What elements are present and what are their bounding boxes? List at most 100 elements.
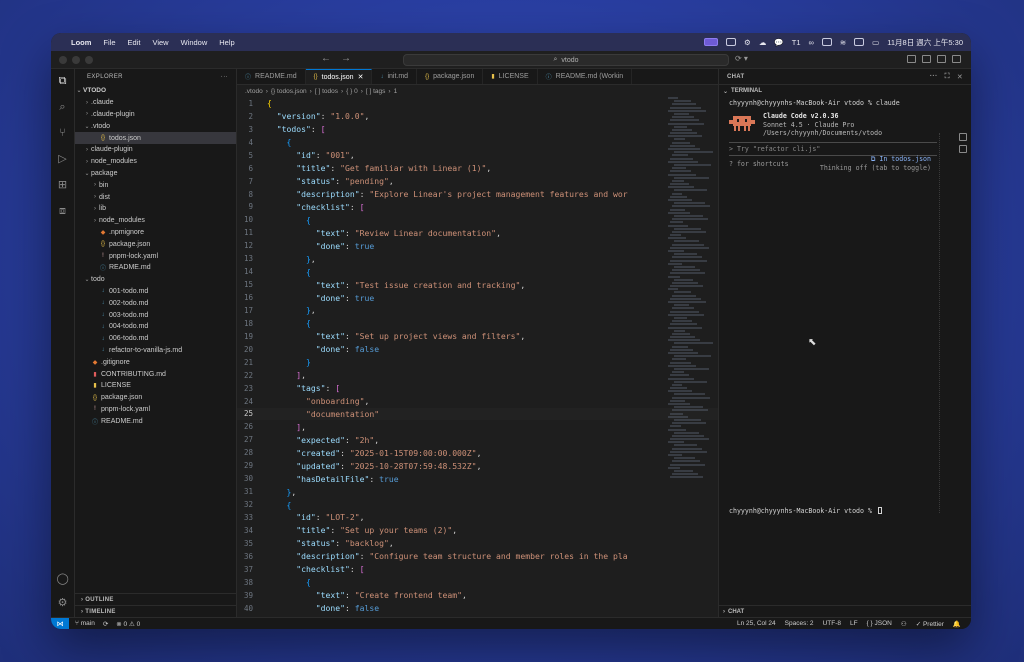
tree-folder[interactable]: › lib	[75, 203, 236, 215]
source-control-icon[interactable]: ⑂	[57, 127, 69, 139]
editor-tab[interactable]: {} package.json	[417, 69, 484, 84]
code-line[interactable]: 37 "checklist": [	[237, 563, 718, 576]
maximize-icon[interactable]: ⛶	[945, 73, 950, 81]
code-line[interactable]: 17 },	[237, 304, 718, 317]
tree-file[interactable]: {} package.json	[75, 238, 236, 250]
tree-file[interactable]: {} package.json	[75, 392, 236, 404]
code-line[interactable]: 10 {	[237, 213, 718, 226]
language-mode[interactable]: { } JSON	[867, 620, 892, 627]
tree-file[interactable]: ▮ LICENSE	[75, 380, 236, 392]
minimap[interactable]	[668, 97, 713, 617]
code-line[interactable]: 5 "id": "001",	[237, 149, 718, 162]
tree-folder[interactable]: ⌄ todo	[75, 274, 236, 286]
tree-folder[interactable]: › dist	[75, 191, 236, 203]
tree-folder[interactable]: › node_modules	[75, 156, 236, 168]
code-line[interactable]: 23 "tags": [	[237, 382, 718, 395]
account-icon[interactable]: ◯	[57, 573, 69, 585]
toggle-secondary-sidebar-icon[interactable]	[937, 55, 946, 63]
sync-icon[interactable]: ⟳	[103, 620, 108, 628]
outline-section[interactable]: › OUTLINE	[75, 593, 236, 605]
indentation[interactable]: Spaces: 2	[785, 620, 814, 627]
code-line[interactable]: 25 "documentation"	[237, 407, 718, 421]
tree-file[interactable]: ↓ 006-todo.md	[75, 333, 236, 345]
customize-layout-icon[interactable]	[952, 55, 961, 63]
tree-file[interactable]: ▮ CONTRIBUTING.md	[75, 368, 236, 380]
terminal-scrollbar[interactable]	[939, 133, 941, 513]
breadcrumb-item[interactable]: .vtodo	[245, 88, 263, 95]
code-line[interactable]: 12 "done": true	[237, 239, 718, 252]
breadcrumb-item[interactable]: [ ] tags	[366, 88, 386, 95]
battery-icon[interactable]: ▭	[872, 38, 879, 47]
notifications-bell-icon[interactable]: 🔔	[953, 620, 961, 628]
settings-gear-icon[interactable]: ⚙	[57, 597, 69, 609]
tree-folder[interactable]: › bin	[75, 179, 236, 191]
tree-file[interactable]: ↓ 001-todo.md	[75, 286, 236, 298]
chat-bubble-icon[interactable]: 💬	[774, 38, 783, 47]
tree-file[interactable]: ! pnpm-lock.yaml	[75, 404, 236, 416]
code-line[interactable]: 24 "onboarding",	[237, 395, 718, 408]
menu-view[interactable]: View	[152, 38, 168, 47]
breadcrumb-item[interactable]: {} todos.json	[271, 88, 307, 95]
code-line[interactable]: 15 "text": "Test issue creation and trac…	[237, 278, 718, 291]
clock[interactable]: 11月8日 週六 上午5:30	[887, 37, 963, 48]
code-line[interactable]: 33 "id": "LOT-2",	[237, 511, 718, 524]
explorer-root-folder[interactable]: ⌄ VTODO	[75, 85, 236, 97]
editor-tab[interactable]: {} todos.json ✕	[305, 69, 373, 84]
control-center-icon[interactable]	[854, 38, 865, 46]
editor-tab[interactable]: ↓ init.md	[372, 69, 418, 84]
tree-folder[interactable]: ⌄ .vtodo	[75, 120, 236, 132]
tree-file[interactable]: ↓ 004-todo.md	[75, 321, 236, 333]
code-line[interactable]: 40 "done": false	[237, 602, 718, 615]
copilot-icon[interactable]: ⟳ ▾	[735, 54, 748, 63]
minimize-window-button[interactable]	[72, 55, 80, 64]
command-center-search[interactable]: ⌕ vtodo	[403, 54, 729, 66]
tree-folder[interactable]: › .claude	[75, 97, 236, 109]
recording-icon[interactable]	[704, 38, 719, 46]
code-line[interactable]: 34 "title": "Set up your teams (2)",	[237, 524, 718, 537]
menu-help[interactable]: Help	[219, 38, 234, 47]
tree-folder[interactable]: ⌄ package	[75, 168, 236, 180]
tree-folder[interactable]: › claude-plugin	[75, 144, 236, 156]
code-line[interactable]: 28 "created": "2025-01-15T09:00:00.000Z"…	[237, 446, 718, 459]
terminal-output[interactable]: chyyynh@chyyynhs-MacBook-Air vtodo % cla…	[719, 97, 971, 172]
remote-indicator-icon[interactable]: ⋈	[51, 617, 69, 629]
code-line[interactable]: 18 {	[237, 317, 718, 330]
tree-folder[interactable]: › .claude-plugin	[75, 109, 236, 121]
timeline-section[interactable]: › TIMELINE	[75, 605, 236, 617]
code-line[interactable]: 22 ],	[237, 369, 718, 382]
close-icon[interactable]: ✕	[957, 73, 963, 81]
close-window-button[interactable]	[59, 55, 67, 64]
breadcrumb-item[interactable]: { } 0	[346, 88, 358, 95]
tree-file[interactable]: ⓘ README.md	[75, 415, 236, 427]
input-method-icon[interactable]	[821, 38, 832, 46]
code-line[interactable]: 11 "text": "Review Linear documentation"…	[237, 226, 718, 239]
tree-file[interactable]: ↓ 002-todo.md	[75, 297, 236, 309]
code-line[interactable]: 1{	[237, 97, 718, 110]
menu-window[interactable]: Window	[181, 38, 208, 47]
code-line[interactable]: 27 "expected": "2h",	[237, 433, 718, 446]
toggle-sidebar-icon[interactable]	[907, 55, 916, 63]
cloud-icon[interactable]: ☁	[759, 38, 767, 47]
cursor-position[interactable]: Ln 25, Col 24	[737, 620, 776, 627]
back-arrow-icon[interactable]: ←	[321, 53, 331, 64]
code-line[interactable]: 16 "done": true	[237, 291, 718, 304]
branch-indicator[interactable]: ⑂ main	[75, 620, 95, 627]
tree-folder[interactable]: › node_modules	[75, 215, 236, 227]
terminal-section-header[interactable]: ⌄ TERMINAL	[719, 85, 971, 97]
code-line[interactable]: 39 "text": "Create frontend team",	[237, 589, 718, 602]
remote-explorer-icon[interactable]: ⧈	[57, 205, 69, 217]
tree-file[interactable]: ⓘ README.md	[75, 262, 236, 274]
menu-edit[interactable]: Edit	[128, 38, 141, 47]
code-line[interactable]: 3 "todos": [	[237, 123, 718, 136]
files-icon[interactable]: ⧉	[57, 75, 69, 87]
terminal-action-icon[interactable]	[959, 133, 967, 141]
more-actions-icon[interactable]: ···	[221, 74, 228, 80]
encoding[interactable]: UTF-8	[823, 620, 841, 627]
code-editor[interactable]: 1{2 "version": "1.0.0", 3 "todos": [4 {5 …	[237, 97, 718, 617]
copilot-status-icon[interactable]: ⚇	[901, 620, 907, 628]
wifi-icon[interactable]: ≋	[840, 38, 846, 47]
code-line[interactable]: 38 {	[237, 576, 718, 589]
menu-file[interactable]: File	[103, 38, 115, 47]
chat-footer-section[interactable]: › CHAT	[719, 605, 971, 617]
tree-file[interactable]: ◆ .gitignore	[75, 356, 236, 368]
